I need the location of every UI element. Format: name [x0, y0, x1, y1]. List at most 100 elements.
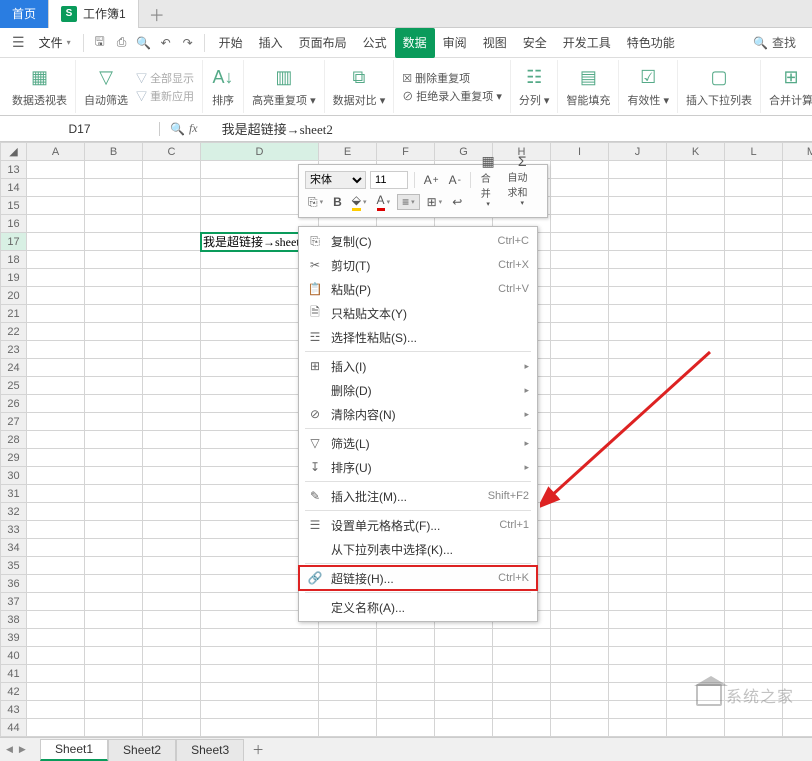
cell-M27[interactable] — [783, 413, 812, 431]
cell-A40[interactable] — [27, 647, 85, 665]
cell-E39[interactable] — [319, 629, 377, 647]
cell-I18[interactable] — [551, 251, 609, 269]
cell-I19[interactable] — [551, 269, 609, 287]
cell-A20[interactable] — [27, 287, 85, 305]
cell-M34[interactable] — [783, 539, 812, 557]
cell-J37[interactable] — [609, 593, 667, 611]
cell-E41[interactable] — [319, 665, 377, 683]
cell-J23[interactable] — [609, 341, 667, 359]
cell-I16[interactable] — [551, 215, 609, 233]
cell-I36[interactable] — [551, 575, 609, 593]
cell-J30[interactable] — [609, 467, 667, 485]
cell-A21[interactable] — [27, 305, 85, 323]
tab-workbook[interactable]: S 工作簿1 — [49, 0, 139, 28]
cell-A27[interactable] — [27, 413, 85, 431]
cell-B38[interactable] — [85, 611, 143, 629]
cell-M21[interactable] — [783, 305, 812, 323]
row-header-34[interactable]: 34 — [1, 539, 27, 557]
cell-A16[interactable] — [27, 215, 85, 233]
cell-C44[interactable] — [143, 719, 201, 737]
col-header-E[interactable]: E — [319, 143, 377, 161]
cell-I38[interactable] — [551, 611, 609, 629]
cell-M14[interactable] — [783, 179, 812, 197]
cell-H43[interactable] — [493, 701, 551, 719]
cell-I37[interactable] — [551, 593, 609, 611]
cell-M25[interactable] — [783, 377, 812, 395]
cell-L35[interactable] — [725, 557, 783, 575]
cell-B20[interactable] — [85, 287, 143, 305]
undo-icon[interactable]: ↶ — [156, 33, 176, 53]
cell-C17[interactable] — [143, 233, 201, 251]
cell-B13[interactable] — [85, 161, 143, 179]
cell-M29[interactable] — [783, 449, 812, 467]
col-header-K[interactable]: K — [667, 143, 725, 161]
cell-A38[interactable] — [27, 611, 85, 629]
cell-D41[interactable] — [201, 665, 319, 683]
cell-B41[interactable] — [85, 665, 143, 683]
cell-M13[interactable] — [783, 161, 812, 179]
preview-icon[interactable]: 🔍 — [134, 33, 154, 53]
cell-B18[interactable] — [85, 251, 143, 269]
cell-K34[interactable] — [667, 539, 725, 557]
font-select[interactable]: 宋体 — [305, 171, 366, 189]
cell-K13[interactable] — [667, 161, 725, 179]
cell-A22[interactable] — [27, 323, 85, 341]
cell-K25[interactable] — [667, 377, 725, 395]
cell-F43[interactable] — [377, 701, 435, 719]
cell-L18[interactable] — [725, 251, 783, 269]
ribbon-sort[interactable]: A↓ 排序 — [203, 60, 244, 113]
row-header-14[interactable]: 14 — [1, 179, 27, 197]
cell-K36[interactable] — [667, 575, 725, 593]
cell-C39[interactable] — [143, 629, 201, 647]
cell-A43[interactable] — [27, 701, 85, 719]
name-box[interactable]: D17 — [0, 122, 160, 136]
fill-color-button[interactable]: ⬙ — [349, 193, 370, 211]
cell-I40[interactable] — [551, 647, 609, 665]
cell-L37[interactable] — [725, 593, 783, 611]
cell-B22[interactable] — [85, 323, 143, 341]
cell-M19[interactable] — [783, 269, 812, 287]
cell-K44[interactable] — [667, 719, 725, 737]
merge-button[interactable]: ▦合并▾ — [477, 153, 500, 208]
menu-插入[interactable]: 插入 — [251, 28, 291, 58]
ctx-清除内容(N)[interactable]: ⊘清除内容(N) — [299, 402, 537, 426]
cell-M41[interactable] — [783, 665, 812, 683]
cell-C33[interactable] — [143, 521, 201, 539]
new-tab-button[interactable]: ＋ — [139, 2, 175, 26]
cell-L29[interactable] — [725, 449, 783, 467]
cell-K21[interactable] — [667, 305, 725, 323]
cell-A25[interactable] — [27, 377, 85, 395]
select-all-corner[interactable]: ◢ — [1, 143, 27, 161]
cell-I22[interactable] — [551, 323, 609, 341]
ribbon-reapply[interactable]: ▽ 重新应用 — [136, 88, 194, 104]
cell-B29[interactable] — [85, 449, 143, 467]
cell-K35[interactable] — [667, 557, 725, 575]
cell-J32[interactable] — [609, 503, 667, 521]
cell-G41[interactable] — [435, 665, 493, 683]
sheet-tab-Sheet2[interactable]: Sheet2 — [108, 739, 176, 761]
cell-C27[interactable] — [143, 413, 201, 431]
cell-I30[interactable] — [551, 467, 609, 485]
col-header-B[interactable]: B — [85, 143, 143, 161]
cell-J41[interactable] — [609, 665, 667, 683]
cell-M39[interactable] — [783, 629, 812, 647]
cell-I29[interactable] — [551, 449, 609, 467]
cell-J34[interactable] — [609, 539, 667, 557]
cell-J24[interactable] — [609, 359, 667, 377]
cell-B28[interactable] — [85, 431, 143, 449]
cell-K15[interactable] — [667, 197, 725, 215]
cell-C28[interactable] — [143, 431, 201, 449]
cell-K18[interactable] — [667, 251, 725, 269]
cell-D44[interactable] — [201, 719, 319, 737]
cell-J36[interactable] — [609, 575, 667, 593]
cell-L24[interactable] — [725, 359, 783, 377]
cell-K38[interactable] — [667, 611, 725, 629]
cell-B32[interactable] — [85, 503, 143, 521]
cell-J38[interactable] — [609, 611, 667, 629]
col-header-C[interactable]: C — [143, 143, 201, 161]
cell-C24[interactable] — [143, 359, 201, 377]
cell-B43[interactable] — [85, 701, 143, 719]
cell-C29[interactable] — [143, 449, 201, 467]
cell-L14[interactable] — [725, 179, 783, 197]
cell-B33[interactable] — [85, 521, 143, 539]
